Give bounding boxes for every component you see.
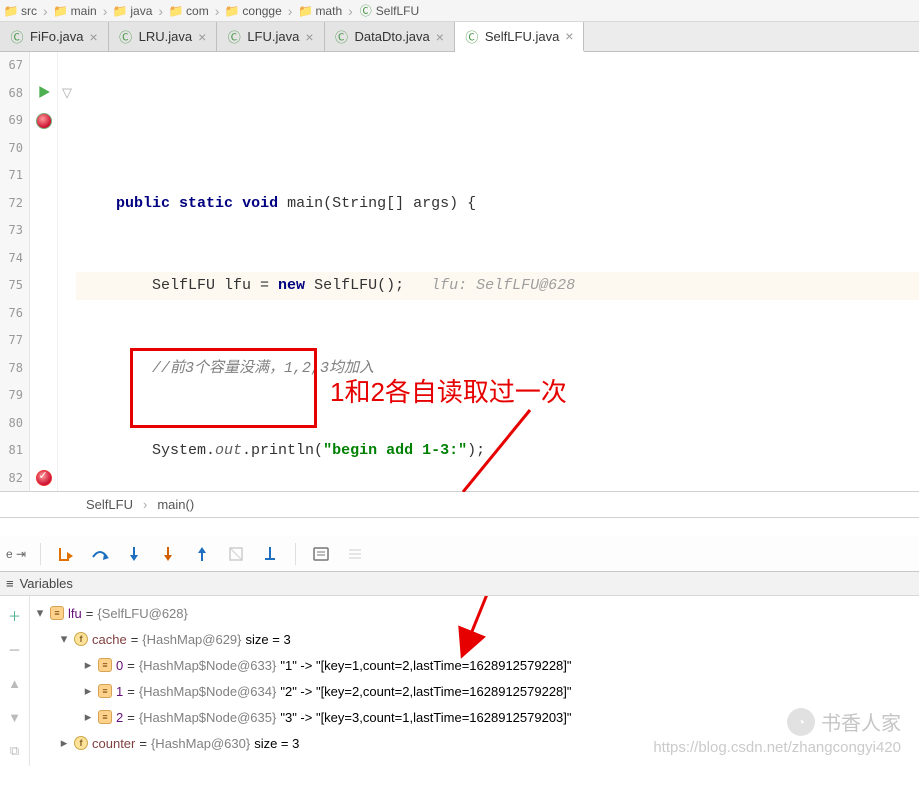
line-number-gutter: 67 68 69 70 71 72 73 74 75 76 77 78 79 8… bbox=[0, 52, 30, 491]
new-watch-icon[interactable]: ＋ bbox=[4, 604, 26, 626]
object-icon: ≡ bbox=[98, 658, 112, 672]
evaluate-expression-icon[interactable] bbox=[310, 543, 332, 565]
variables-side-toolbar: ＋ － ▲ ▼ ⧉ bbox=[0, 596, 30, 766]
folder-icon: 📁 bbox=[298, 4, 312, 18]
move-down-icon[interactable]: ▼ bbox=[4, 706, 26, 728]
code-area[interactable]: public static void main(String[] args) {… bbox=[76, 52, 919, 491]
folder-icon: 📁 bbox=[169, 4, 183, 18]
fold-gutter: ▽ bbox=[58, 52, 76, 491]
drop-frame-icon[interactable] bbox=[225, 543, 247, 565]
class-icon: Ⓒ bbox=[335, 30, 349, 44]
class-icon: Ⓒ bbox=[10, 30, 24, 44]
object-icon: ≡ bbox=[50, 606, 64, 620]
class-icon: Ⓒ bbox=[119, 30, 133, 44]
watermark-url: https://blog.csdn.net/zhangcongyi420 bbox=[653, 739, 901, 756]
variables-icon: ≡ bbox=[6, 576, 14, 591]
close-icon[interactable]: × bbox=[198, 29, 206, 45]
fold-icon[interactable]: ▽ bbox=[62, 85, 72, 101]
variables-panel: ＋ － ▲ ▼ ⧉ ▾≡ lfu = {SelfLFU@628} ▾f cach… bbox=[0, 596, 919, 766]
tab-lfu[interactable]: ⒸLFU.java× bbox=[217, 22, 324, 51]
folder-icon: 📁 bbox=[225, 4, 239, 18]
object-icon: ≡ bbox=[98, 684, 112, 698]
folder-icon: 📁 bbox=[113, 4, 127, 18]
icon-gutter bbox=[30, 52, 58, 491]
close-icon[interactable]: × bbox=[89, 29, 97, 45]
run-icon[interactable] bbox=[37, 85, 51, 102]
close-icon[interactable]: × bbox=[565, 28, 573, 44]
step-out-icon[interactable] bbox=[191, 543, 213, 565]
wechat-icon: ◔ bbox=[787, 708, 815, 736]
force-step-into-icon[interactable] bbox=[157, 543, 179, 565]
breadcrumb: 📁src› 📁main› 📁java› 📁com› 📁congge› 📁math… bbox=[0, 0, 919, 22]
field-icon: f bbox=[74, 632, 88, 646]
object-icon: ≡ bbox=[98, 710, 112, 724]
close-icon[interactable]: × bbox=[436, 29, 444, 45]
folder-icon: 📁 bbox=[54, 4, 68, 18]
close-icon[interactable]: × bbox=[305, 29, 313, 45]
variables-header[interactable]: ≡ Variables bbox=[0, 572, 919, 596]
editor-tabs: ⒸFiFo.java× ⒸLRU.java× ⒸLFU.java× ⒸDataD… bbox=[0, 22, 919, 52]
structure-breadcrumb[interactable]: SelfLFU›main() bbox=[0, 492, 919, 518]
step-over-icon[interactable] bbox=[89, 543, 111, 565]
duplicate-watch-icon[interactable]: ⧉ bbox=[4, 740, 26, 762]
tab-datadto[interactable]: ⒸDataDto.java× bbox=[325, 22, 455, 51]
run-to-cursor-icon[interactable] bbox=[259, 543, 281, 565]
folder-icon: 📁 bbox=[4, 4, 18, 18]
remove-watch-icon[interactable]: － bbox=[4, 638, 26, 660]
show-execution-point-icon[interactable] bbox=[55, 543, 77, 565]
class-icon: Ⓒ bbox=[465, 29, 479, 43]
tab-lru[interactable]: ⒸLRU.java× bbox=[109, 22, 218, 51]
step-into-icon[interactable] bbox=[123, 543, 145, 565]
debug-toolbar: e ⇥ bbox=[0, 536, 919, 572]
class-icon: Ⓒ bbox=[359, 4, 373, 18]
tab-fifo[interactable]: ⒸFiFo.java× bbox=[0, 22, 109, 51]
move-up-icon[interactable]: ▲ bbox=[4, 672, 26, 694]
watermark-author: ◔ 书香人家 bbox=[787, 707, 901, 736]
field-icon: f bbox=[74, 736, 88, 750]
breakpoint-icon[interactable] bbox=[36, 470, 52, 486]
breakpoint-icon[interactable] bbox=[36, 113, 52, 129]
code-editor[interactable]: 67 68 69 70 71 72 73 74 75 76 77 78 79 8… bbox=[0, 52, 919, 492]
trace-current-stream-chain-icon[interactable] bbox=[344, 543, 366, 565]
variables-tree[interactable]: ▾≡ lfu = {SelfLFU@628} ▾f cache = {HashM… bbox=[30, 596, 919, 766]
tab-selflfu[interactable]: ⒸSelfLFU.java× bbox=[455, 22, 585, 52]
class-icon: Ⓒ bbox=[227, 30, 241, 44]
